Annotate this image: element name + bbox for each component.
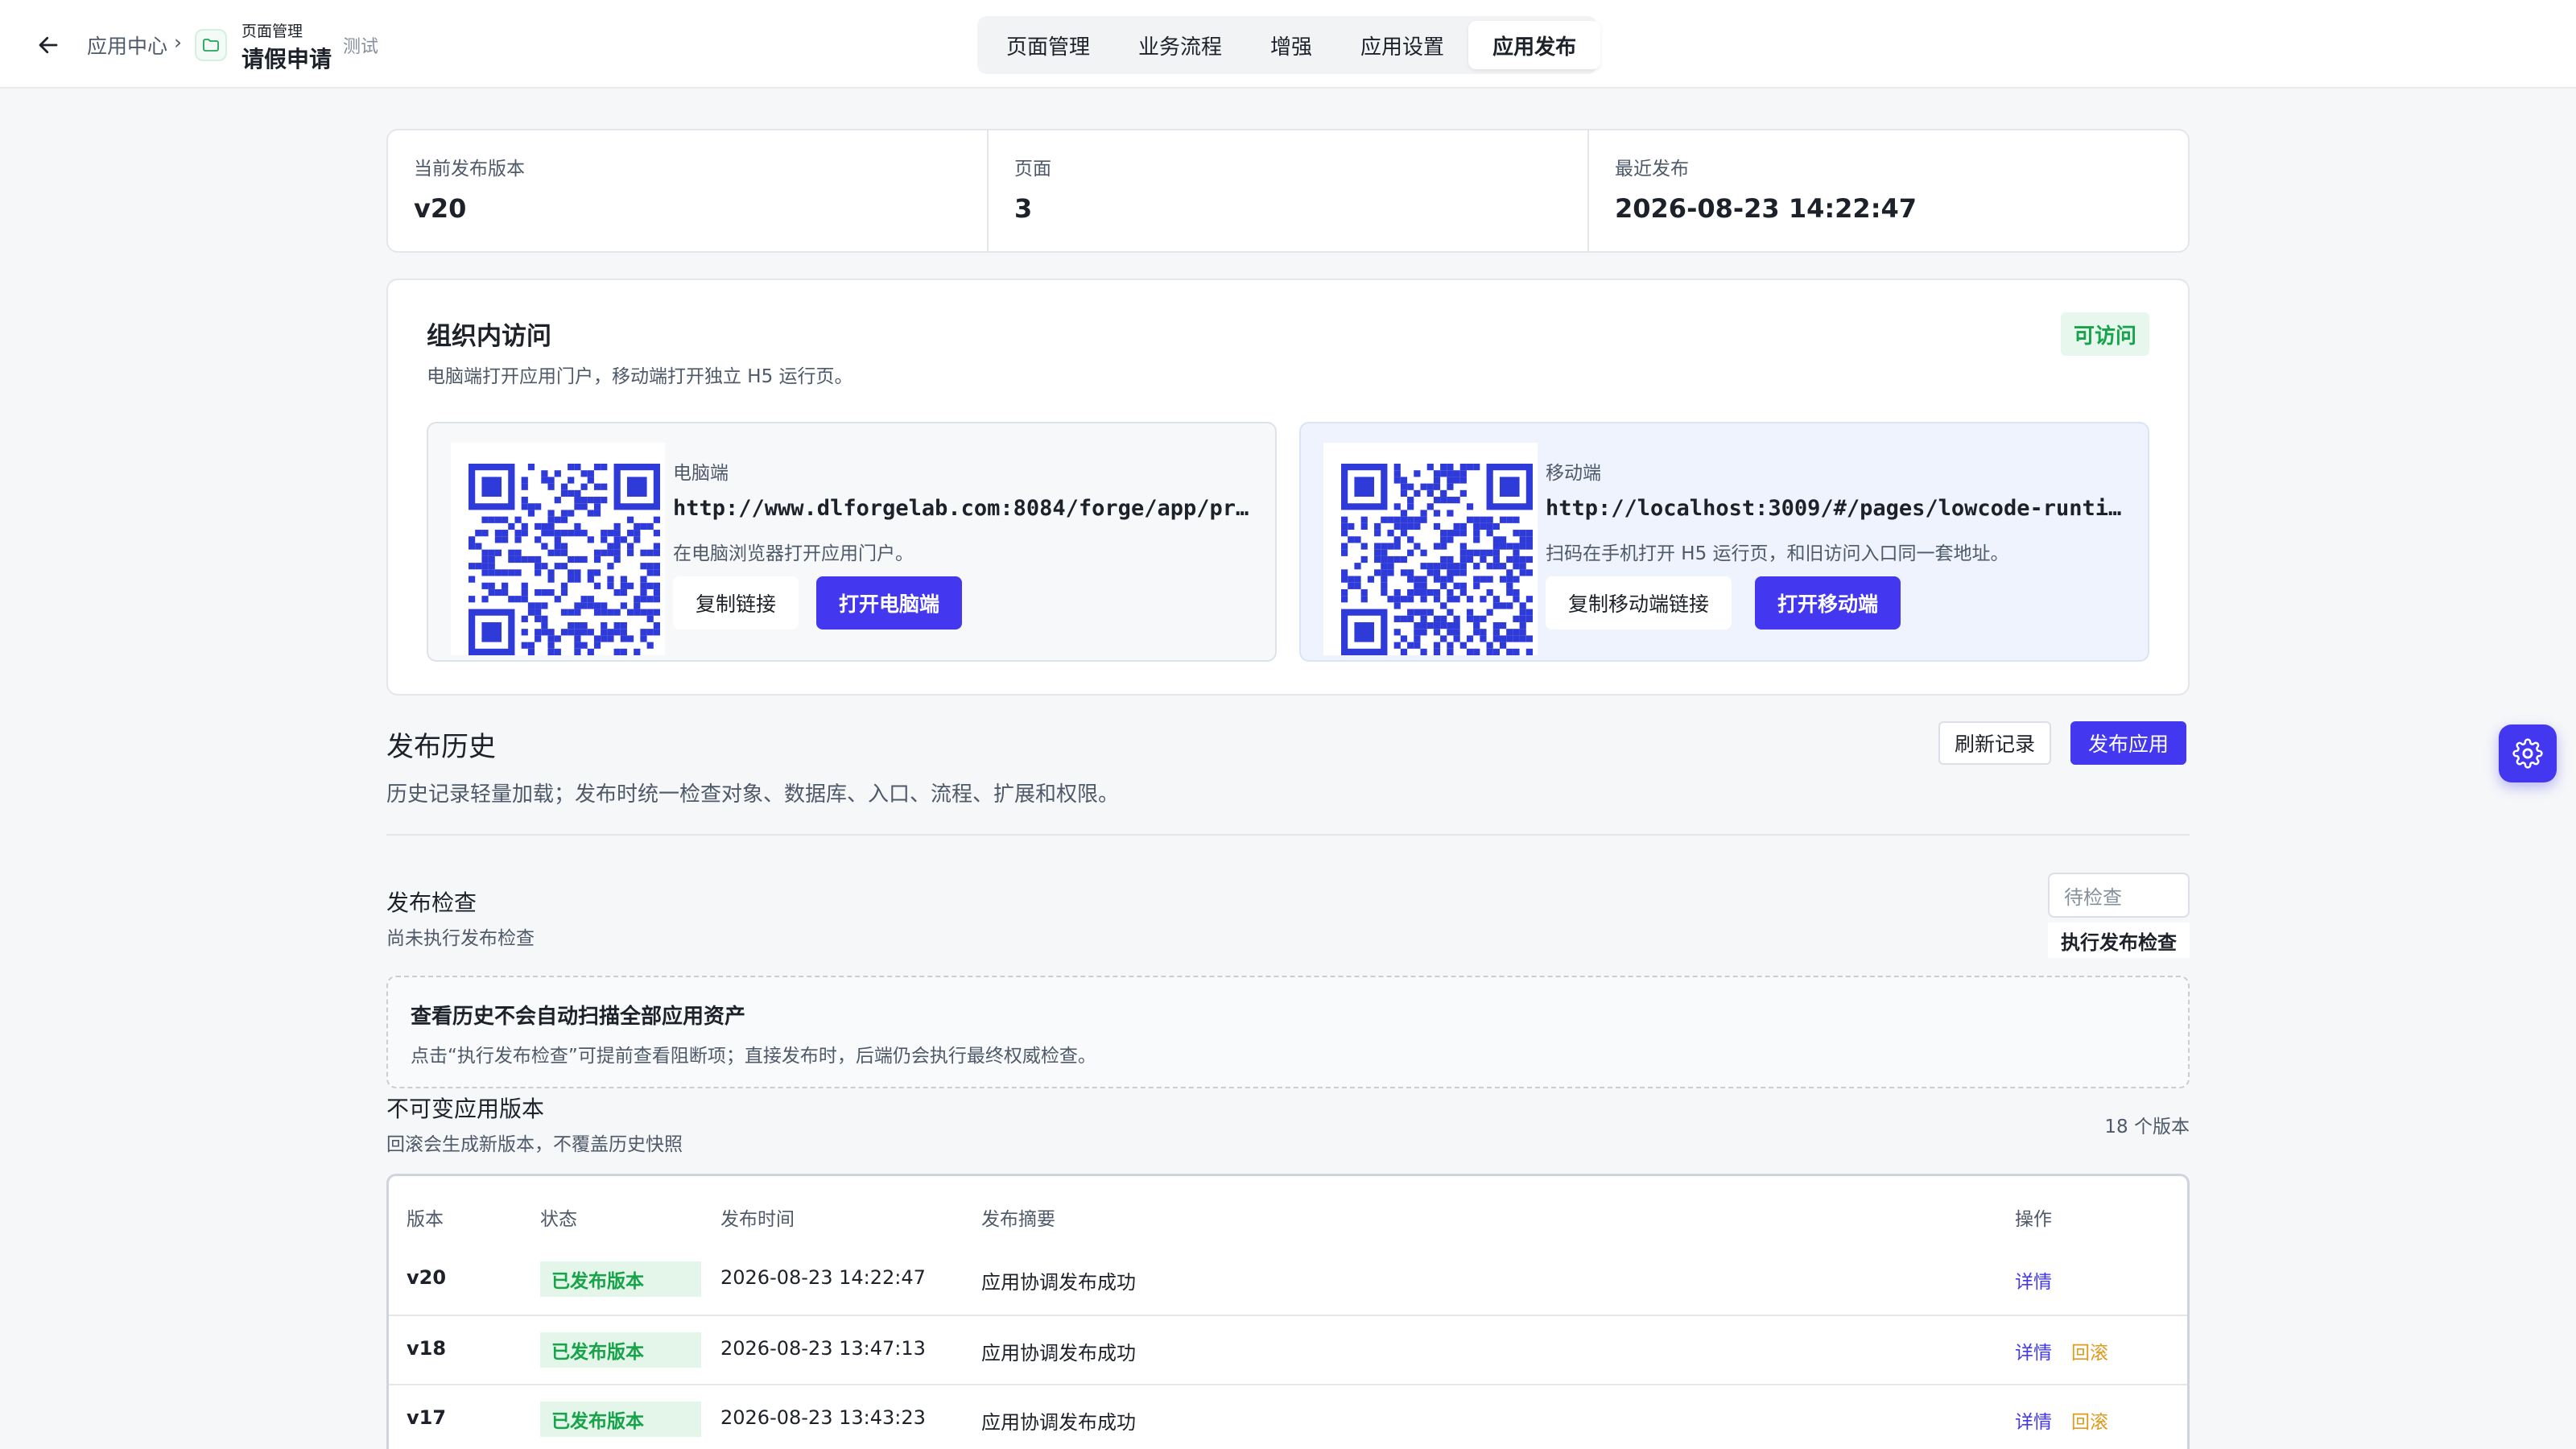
tab-app-publish[interactable]: 应用发布: [1468, 21, 1601, 69]
breadcrumb-separator: ›: [174, 31, 182, 54]
status-badge: 已发布版本: [540, 1332, 701, 1368]
version-cell: v18: [407, 1337, 447, 1360]
history-title: 发布历史: [386, 731, 496, 763]
desktop-url: http://www.dlforgelab.com:8084/forge/app…: [673, 496, 1253, 521]
rollback-link[interactable]: 回滚: [2071, 1337, 2108, 1364]
qr-code-icon: [469, 464, 660, 655]
versions-table: 版本 状态 发布时间 发布摘要 操作 v20 已发布版本 2026-08-23 …: [386, 1174, 2190, 1449]
stat-last-publish: 最近发布 2026-08-23 14:22:47: [1589, 130, 2188, 251]
stat-current-version: 当前发布版本 v20: [388, 130, 989, 251]
open-mobile-button[interactable]: 打开移动端: [1755, 576, 1901, 630]
mobile-hint: 扫码在手机打开 H5 运行页，和旧访问入口同一套地址。: [1546, 543, 2009, 564]
folder-icon: [203, 39, 219, 52]
publish-check-status: 尚未执行发布检查: [386, 928, 535, 949]
mobile-qr-code: [1323, 443, 1538, 655]
stat-value: 3: [1014, 193, 1033, 224]
tab-app-settings[interactable]: 应用设置: [1336, 21, 1468, 69]
breadcrumb-app-center[interactable]: 应用中心: [87, 31, 167, 60]
stat-value: 2026-08-23 14:22:47: [1615, 193, 1918, 224]
desktop-hint: 在电脑浏览器打开应用门户。: [673, 543, 914, 564]
column-header-version: 版本: [407, 1209, 444, 1230]
run-publish-check-button[interactable]: 执行发布检查: [2048, 923, 2190, 958]
time-cell: 2026-08-23 13:43:23: [720, 1406, 926, 1429]
app-folder-badge: [195, 29, 227, 61]
summary-cell: 应用协调发布成功: [981, 1411, 1136, 1434]
table-row: v18 已发布版本 2026-08-23 13:47:13 应用协调发布成功 详…: [389, 1315, 2187, 1384]
stat-label: 当前发布版本: [414, 159, 525, 180]
detail-link[interactable]: 详情: [2015, 1266, 2052, 1294]
status-badge: 已发布版本: [540, 1402, 701, 1437]
tab-business-flow[interactable]: 业务流程: [1114, 21, 1246, 69]
detail-link[interactable]: 详情: [2015, 1406, 2052, 1434]
check-status-field: 待检查: [2048, 873, 2190, 918]
mobile-label: 移动端: [1546, 463, 1601, 484]
versions-count: 18 个版本: [2104, 1117, 2190, 1137]
stat-pages: 页面 3: [989, 130, 1589, 251]
desktop-access-panel: 电脑端 http://www.dlforgelab.com:8084/forge…: [427, 422, 1277, 662]
org-access-card: 组织内访问 电脑端打开应用门户，移动端打开独立 H5 运行页。 可访问 电脑端 …: [386, 279, 2190, 696]
mobile-access-panel: 移动端 http://localhost:3009/#/pages/lowcod…: [1299, 422, 2149, 662]
scan-notice: 查看历史不会自动扫描全部应用资产 点击“执行发布检查”可提前查看阻断项；直接发布…: [386, 976, 2190, 1088]
tab-page-management[interactable]: 页面管理: [982, 21, 1114, 69]
copy-mobile-link-button[interactable]: 复制移动端链接: [1546, 576, 1732, 630]
top-bar: 应用中心 › 页面管理 请假申请 测试 页面管理 业务流程 增强 应用设置 应用…: [0, 0, 2576, 89]
version-cell: v17: [407, 1406, 447, 1429]
back-button[interactable]: [32, 29, 64, 61]
status-badge: 已发布版本: [540, 1261, 701, 1297]
versions-subtitle: 回滚会生成新版本，不覆盖历史快照: [386, 1134, 683, 1155]
table-row: v20 已发布版本 2026-08-23 14:22:47 应用协调发布成功 详…: [389, 1245, 2187, 1315]
qr-code-icon: [1341, 464, 1533, 655]
column-header-status: 状态: [540, 1209, 577, 1230]
summary-cell: 应用协调发布成功: [981, 1271, 1136, 1294]
summary-cell: 应用协调发布成功: [981, 1342, 1136, 1364]
gear-icon: [2512, 738, 2543, 769]
publish-app-button[interactable]: 发布应用: [2070, 721, 2187, 765]
access-status-badge: 可访问: [2060, 312, 2149, 356]
table-row: v17 已发布版本 2026-08-23 13:43:23 应用协调发布成功 详…: [389, 1384, 2187, 1449]
desktop-qr-code: [451, 443, 665, 655]
desktop-label: 电脑端: [673, 463, 729, 484]
version-cell: v20: [407, 1266, 447, 1289]
stat-value: v20: [414, 193, 467, 224]
section-divider: [386, 834, 2190, 836]
env-tag: 测试: [343, 37, 379, 57]
time-cell: 2026-08-23 14:22:47: [720, 1266, 926, 1289]
mobile-url: http://localhost:3009/#/pages/lowcode-ru…: [1546, 496, 2125, 521]
open-desktop-button[interactable]: 打开电脑端: [816, 576, 963, 630]
column-header-actions: 操作: [2015, 1209, 2052, 1230]
notice-title: 查看历史不会自动扫描全部应用资产: [411, 1005, 746, 1029]
stat-label: 最近发布: [1615, 159, 1689, 180]
tab-enhance[interactable]: 增强: [1246, 21, 1336, 69]
breadcrumb-parent: 页面管理: [242, 23, 303, 40]
versions-title: 不可变应用版本: [386, 1096, 545, 1122]
column-header-summary: 发布摘要: [981, 1209, 1055, 1230]
publish-check-title: 发布检查: [386, 890, 477, 916]
floating-settings-button[interactable]: [2499, 724, 2557, 782]
stats-card: 当前发布版本 v20 页面 3 最近发布 2026-08-23 14:22:47: [386, 129, 2190, 253]
arrow-left-icon: [39, 36, 58, 54]
main-tabs: 页面管理 业务流程 增强 应用设置 应用发布: [977, 16, 1601, 74]
refresh-records-button[interactable]: 刷新记录: [1938, 721, 2052, 765]
notice-description: 点击“执行发布检查”可提前查看阻断项；直接发布时，后端仍会执行最终权威检查。: [411, 1046, 1096, 1067]
detail-link[interactable]: 详情: [2015, 1337, 2052, 1364]
page-title: 请假申请: [242, 46, 332, 72]
copy-link-button[interactable]: 复制链接: [673, 576, 799, 630]
access-title: 组织内访问: [427, 322, 551, 351]
history-description: 历史记录轻量加载；发布时统一检查对象、数据库、入口、流程、扩展和权限。: [386, 782, 1120, 807]
column-header-time: 发布时间: [720, 1209, 795, 1230]
stat-label: 页面: [1014, 159, 1051, 180]
time-cell: 2026-08-23 13:47:13: [720, 1337, 926, 1360]
access-description: 电脑端打开应用门户，移动端打开独立 H5 运行页。: [427, 366, 853, 387]
rollback-link[interactable]: 回滚: [2071, 1406, 2108, 1434]
